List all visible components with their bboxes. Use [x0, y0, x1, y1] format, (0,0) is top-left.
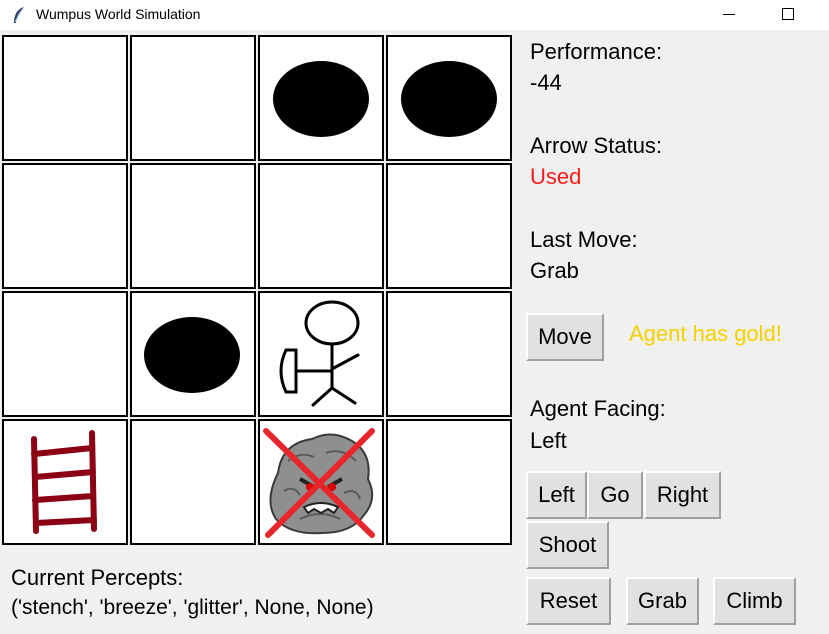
grab-button[interactable]: Grab	[626, 577, 699, 625]
agent-facing-label: Agent Facing:	[530, 396, 666, 421]
percepts-value: ('stench', 'breeze', 'glitter', None, No…	[11, 596, 374, 619]
board-cell	[130, 35, 256, 161]
minimize-icon	[723, 14, 735, 15]
maximize-icon	[782, 8, 794, 20]
board-cell	[258, 163, 384, 289]
agent-facing-value: Left	[530, 428, 567, 453]
gold-status-message: Agent has gold!	[629, 321, 782, 346]
agent-icon	[279, 300, 360, 407]
window-title: Wumpus World Simulation	[36, 6, 201, 22]
board-cell	[386, 35, 512, 161]
percepts-label: Current Percepts:	[11, 565, 184, 590]
performance-label: Performance:	[530, 39, 663, 64]
board-cell	[258, 35, 384, 161]
board-cell	[130, 291, 256, 417]
board-cell	[2, 291, 128, 417]
pit-icon	[144, 317, 240, 393]
board-cell	[386, 163, 512, 289]
performance-value: -44	[530, 70, 562, 95]
pit-icon	[401, 61, 497, 137]
title-bar: Wumpus World Simulation	[0, 0, 829, 30]
feather-icon	[14, 6, 25, 23]
board-cell	[386, 419, 512, 545]
board-cell	[258, 419, 384, 545]
board-cell	[386, 291, 512, 417]
go-button[interactable]: Go	[587, 471, 643, 519]
board-cell	[130, 163, 256, 289]
turn-right-button[interactable]: Right	[644, 471, 721, 519]
ladder-icon	[31, 430, 97, 534]
board-cell	[258, 291, 384, 417]
arrow-status-value: Used	[530, 164, 582, 189]
maximize-button[interactable]	[764, 0, 810, 30]
dead-wumpus-icon	[263, 428, 375, 538]
minimize-button[interactable]	[706, 0, 752, 30]
pit-icon	[273, 61, 369, 137]
last-move-label: Last Move:	[530, 227, 638, 252]
arrow-status-label: Arrow Status:	[530, 133, 663, 158]
move-button[interactable]: Move	[526, 313, 604, 361]
reset-button[interactable]: Reset	[526, 577, 611, 625]
shoot-button[interactable]: Shoot	[526, 521, 609, 569]
turn-left-button[interactable]: Left	[526, 471, 587, 519]
board-cell	[2, 419, 128, 545]
last-move-value: Grab	[530, 258, 579, 283]
board-cell	[2, 35, 128, 161]
climb-button[interactable]: Climb	[713, 577, 796, 625]
board-cell	[2, 163, 128, 289]
board-cell	[130, 419, 256, 545]
